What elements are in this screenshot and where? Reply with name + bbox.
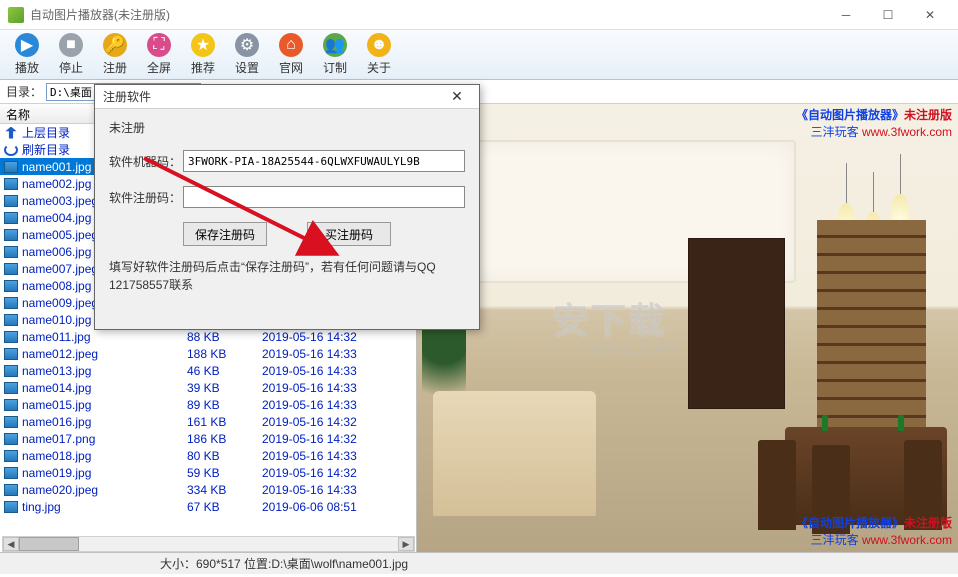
window-controls: ─ ☐ ✕	[826, 2, 950, 28]
dialog-titlebar[interactable]: 注册软件 ✕	[95, 85, 479, 109]
preview-image: 安下载 anxz.com	[417, 104, 958, 552]
dialog-buttons: 保存注册码 买注册码	[109, 222, 465, 246]
全屏-icon: ⛶	[147, 33, 171, 57]
toolbar-注册[interactable]: 🔑注册	[94, 32, 136, 78]
停止-icon: ■	[59, 33, 83, 57]
file-row[interactable]: name018.jpg80 KB2019-05-16 14:33	[0, 447, 416, 464]
image-file-icon	[4, 416, 18, 428]
scroll-right-button[interactable]: ▶	[398, 537, 414, 551]
file-row[interactable]: name019.jpg59 KB2019-05-16 14:32	[0, 464, 416, 481]
image-file-icon	[4, 161, 18, 173]
image-file-icon	[4, 297, 18, 309]
scroll-track[interactable]	[19, 537, 398, 551]
订制-icon: 👥	[323, 33, 347, 57]
scroll-thumb[interactable]	[19, 537, 79, 551]
image-file-icon	[4, 348, 18, 360]
image-file-icon	[4, 501, 18, 513]
window-title: 自动图片播放器(未注册版)	[30, 6, 826, 23]
machine-code-row: 软件机器码：	[109, 150, 465, 172]
reg-code-label: 软件注册码：	[109, 189, 183, 206]
up-icon	[4, 127, 18, 139]
toolbar-订制[interactable]: 👥订制	[314, 32, 356, 78]
播放-icon: ▶	[15, 33, 39, 57]
toolbar: ▶播放■停止🔑注册⛶全屏★推荐⚙设置⌂官网👥订制☻关于	[0, 30, 958, 80]
toolbar-播放[interactable]: ▶播放	[6, 32, 48, 78]
image-file-icon	[4, 484, 18, 496]
horizontal-scrollbar[interactable]: ◀ ▶	[2, 536, 415, 552]
preview-overlay-bottom: 《自动图片播放器》未注册版 三沣玩客 www.3fwork.com	[796, 514, 952, 548]
app-icon	[8, 7, 24, 23]
dialog-help-text: 填写好软件注册码后点击“保存注册码”，若有任何问题请与QQ 121758557联…	[109, 258, 465, 294]
register-status: 未注册	[109, 119, 465, 136]
preview-pane: 安下载 anxz.com 《自动图片播放器》未注册版 三沣玩客 www.3fwo…	[417, 104, 958, 552]
titlebar: 自动图片播放器(未注册版) ─ ☐ ✕	[0, 0, 958, 30]
maximize-button[interactable]: ☐	[868, 2, 908, 28]
buy-reg-button[interactable]: 买注册码	[307, 222, 391, 246]
reg-code-input[interactable]	[183, 186, 465, 208]
image-file-icon	[4, 195, 18, 207]
dialog-close-button[interactable]: ✕	[443, 87, 471, 107]
image-file-icon	[4, 263, 18, 275]
image-file-icon	[4, 246, 18, 258]
image-file-icon	[4, 365, 18, 377]
image-file-icon	[4, 331, 18, 343]
file-row[interactable]: name013.jpg46 KB2019-05-16 14:33	[0, 362, 416, 379]
reg-code-row: 软件注册码：	[109, 186, 465, 208]
file-row[interactable]: name017.png186 KB2019-05-16 14:32	[0, 430, 416, 447]
image-file-icon	[4, 314, 18, 326]
image-file-icon	[4, 178, 18, 190]
scroll-left-button[interactable]: ◀	[3, 537, 19, 551]
注册-icon: 🔑	[103, 33, 127, 57]
machine-code-input[interactable]	[183, 150, 465, 172]
image-file-icon	[4, 229, 18, 241]
image-file-icon	[4, 399, 18, 411]
dialog-title: 注册软件	[103, 88, 443, 105]
toolbar-推荐[interactable]: ★推荐	[182, 32, 224, 78]
status-text: 大小：690*517 位置:D:\桌面\wolf\name001.jpg	[160, 555, 408, 572]
close-button[interactable]: ✕	[910, 2, 950, 28]
toolbar-停止[interactable]: ■停止	[50, 32, 92, 78]
minimize-button[interactable]: ─	[826, 2, 866, 28]
toolbar-全屏[interactable]: ⛶全屏	[138, 32, 180, 78]
save-reg-button[interactable]: 保存注册码	[183, 222, 267, 246]
关于-icon: ☻	[367, 33, 391, 57]
toolbar-官网[interactable]: ⌂官网	[270, 32, 312, 78]
toolbar-设置[interactable]: ⚙设置	[226, 32, 268, 78]
image-file-icon	[4, 467, 18, 479]
file-row[interactable]: name012.jpeg188 KB2019-05-16 14:33	[0, 345, 416, 362]
refresh-icon	[4, 144, 18, 156]
设置-icon: ⚙	[235, 33, 259, 57]
file-row[interactable]: name014.jpg39 KB2019-05-16 14:33	[0, 379, 416, 396]
file-row[interactable]: ting.jpg67 KB2019-06-06 08:51	[0, 498, 416, 515]
官网-icon: ⌂	[279, 33, 303, 57]
directory-label: 目录：	[6, 83, 42, 100]
toolbar-关于[interactable]: ☻关于	[358, 32, 400, 78]
image-file-icon	[4, 450, 18, 462]
register-dialog: 注册软件 ✕ 未注册 软件机器码： 软件注册码： 保存注册码 买注册码 填写好软…	[94, 84, 480, 330]
file-row[interactable]: name011.jpg88 KB2019-05-16 14:32	[0, 328, 416, 345]
image-file-icon	[4, 212, 18, 224]
status-bar: 大小：690*517 位置:D:\桌面\wolf\name001.jpg	[0, 552, 958, 574]
file-row[interactable]: name016.jpg161 KB2019-05-16 14:32	[0, 413, 416, 430]
watermark-url: anxz.com	[590, 337, 675, 358]
推荐-icon: ★	[191, 33, 215, 57]
image-file-icon	[4, 382, 18, 394]
file-row[interactable]: name015.jpg89 KB2019-05-16 14:33	[0, 396, 416, 413]
image-file-icon	[4, 280, 18, 292]
file-row[interactable]: name020.jpeg334 KB2019-05-16 14:33	[0, 481, 416, 498]
image-file-icon	[4, 433, 18, 445]
dialog-body: 未注册 软件机器码： 软件注册码： 保存注册码 买注册码 填写好软件注册码后点击…	[95, 109, 479, 329]
machine-code-label: 软件机器码：	[109, 153, 183, 170]
preview-overlay-top: 《自动图片播放器》未注册版 三沣玩客 www.3fwork.com	[796, 106, 952, 140]
